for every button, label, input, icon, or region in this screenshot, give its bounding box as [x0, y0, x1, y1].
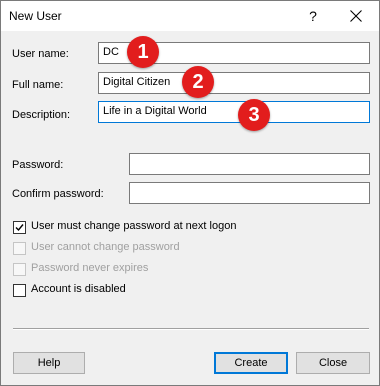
option-label: Password never expires — [31, 262, 149, 274]
annotation-badge-3: 3 — [238, 99, 270, 131]
fullname-field[interactable]: Digital Citizen — [98, 72, 370, 94]
confirm-password-field[interactable] — [129, 182, 370, 204]
checkbox-must-change[interactable] — [13, 221, 26, 234]
new-user-dialog: New User ? User name: DC Full name: Digi… — [0, 0, 380, 386]
annotation-badge-1: 1 — [127, 36, 159, 68]
description-label: Description: — [12, 109, 71, 121]
username-label: User name: — [12, 48, 69, 60]
close-icon — [350, 10, 362, 22]
option-label: User cannot change password — [31, 241, 180, 253]
help-title-button[interactable]: ? — [290, 1, 336, 31]
password-label: Password: — [12, 159, 64, 171]
title-bar: New User ? — [1, 1, 379, 31]
close-button[interactable]: Close — [296, 352, 370, 374]
annotation-badge-2: 2 — [182, 66, 214, 98]
password-field[interactable] — [129, 153, 370, 175]
option-label: User must change password at next logon — [31, 220, 237, 232]
description-field[interactable]: Life in a Digital World — [98, 101, 370, 123]
checkmark-icon — [15, 224, 24, 232]
help-button[interactable]: Help — [13, 352, 85, 374]
checkbox-never-expires — [13, 263, 26, 276]
create-button[interactable]: Create — [214, 352, 288, 374]
fullname-label: Full name: — [12, 79, 64, 91]
checkbox-account-disabled[interactable] — [13, 284, 26, 297]
window-title: New User — [9, 9, 62, 23]
close-title-button[interactable] — [333, 1, 379, 31]
confirm-password-label: Confirm password: — [12, 188, 104, 200]
divider — [13, 328, 369, 330]
option-label: Account is disabled — [31, 283, 126, 295]
checkbox-cannot-change — [13, 242, 26, 255]
